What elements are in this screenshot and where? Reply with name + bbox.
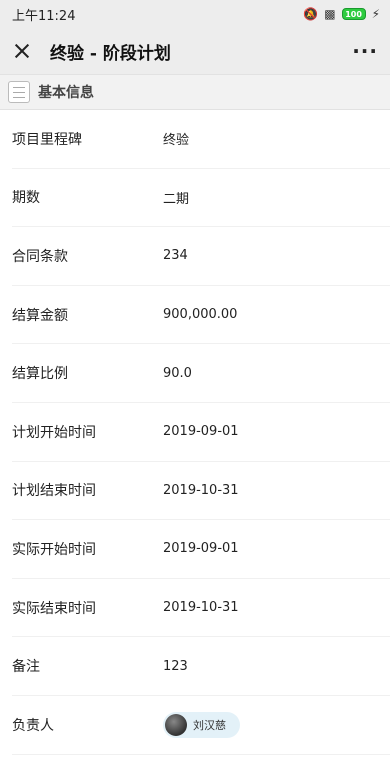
field-value: 终验 <box>163 133 190 149</box>
field-value: 900,000.00 <box>163 307 238 323</box>
field-row-planned-end: 计划结束时间 2019-10-31 <box>12 462 390 521</box>
status-bar: 上午11:24 🔕 ▩ 100 ⚡ <box>0 0 390 28</box>
page-title: 终验 - 阶段计划 <box>50 43 171 64</box>
title-bar: 终验 - 阶段计划 ··· <box>0 28 390 74</box>
field-row-contract-terms: 合同条款 234 <box>12 227 390 286</box>
section-header: 基本信息 <box>0 74 390 110</box>
field-value: 2019-10-31 <box>163 600 239 616</box>
field-row-actual-end: 实际结束时间 2019-10-31 <box>12 579 390 638</box>
field-value: 2019-10-31 <box>163 482 239 498</box>
field-label: 期数 <box>12 190 40 207</box>
close-icon[interactable] <box>12 41 32 61</box>
owner-name: 刘汉慈 <box>193 718 226 732</box>
field-value: 二期 <box>163 191 190 207</box>
section-title: 基本信息 <box>38 85 94 101</box>
field-row-actual-start: 实际开始时间 2019-09-01 <box>12 520 390 579</box>
field-value: 2019-09-01 <box>163 424 239 440</box>
owner-chip[interactable]: 刘汉慈 <box>163 711 240 738</box>
field-value: 123 <box>163 658 188 674</box>
field-value: 234 <box>163 248 188 264</box>
field-row-remarks: 备注 123 <box>12 637 390 696</box>
field-label: 备注 <box>12 659 40 676</box>
field-row-settlement-amount: 结算金额 900,000.00 <box>12 286 390 345</box>
avatar <box>165 713 187 736</box>
field-label: 负责人 <box>12 717 54 734</box>
signal-icon: ▩ <box>324 7 336 21</box>
status-time: 上午11:24 <box>12 8 76 24</box>
field-label: 计划开始时间 <box>12 424 96 441</box>
mute-icon: 🔕 <box>303 7 319 21</box>
field-value: 90.0 <box>163 365 192 381</box>
field-label: 实际开始时间 <box>12 541 96 558</box>
field-row-owner: 负责人 刘汉慈 <box>12 696 390 755</box>
field-label: 合同条款 <box>12 248 68 265</box>
field-row-milestone: 项目里程碑 终验 <box>12 110 390 169</box>
field-label: 计划结束时间 <box>12 483 96 500</box>
charging-icon: ⚡ <box>371 7 380 21</box>
field-label: 实际结束时间 <box>12 600 96 617</box>
status-icons: 🔕 ▩ 100 ⚡ <box>303 7 380 21</box>
field-label: 结算比例 <box>12 366 68 383</box>
more-options-icon[interactable]: ··· <box>352 39 378 63</box>
detail-list: 项目里程碑 终验 期数 二期 合同条款 234 结算金额 900,000.00 … <box>0 110 390 755</box>
battery-icon: 100 <box>341 8 366 20</box>
field-row-planned-start: 计划开始时间 2019-09-01 <box>12 403 390 462</box>
field-value: 2019-09-01 <box>163 541 239 557</box>
field-label: 结算金额 <box>12 307 68 324</box>
list-icon <box>8 81 30 103</box>
field-label: 项目里程碑 <box>12 131 82 148</box>
field-row-phase: 期数 二期 <box>12 169 390 228</box>
field-row-settlement-ratio: 结算比例 90.0 <box>12 344 390 403</box>
